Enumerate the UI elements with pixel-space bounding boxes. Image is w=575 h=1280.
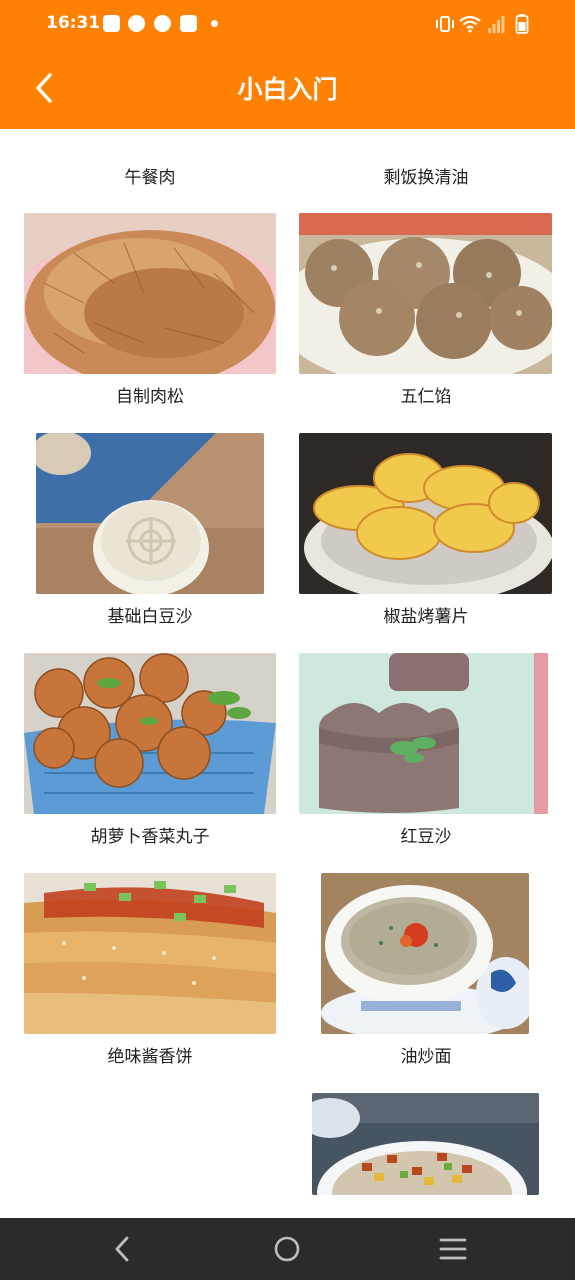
recipe-image (24, 653, 276, 814)
status-time: 16:31 (46, 13, 101, 33)
recipe-name: 油炒面 (400, 1047, 452, 1067)
recipe-card[interactable]: 基础白豆沙 (12, 433, 288, 653)
recipe-name: 椒盐烤薯片 (383, 607, 469, 627)
wifi-icon (459, 15, 481, 33)
recipe-name: 绝味酱香饼 (107, 1047, 193, 1067)
recipe-card[interactable]: 五仁馅 (288, 213, 564, 433)
recipe-image (24, 213, 276, 374)
recipe-card[interactable]: 椒盐烤薯片 (288, 433, 564, 653)
menu-nav-icon (439, 1238, 467, 1260)
nav-back-button[interactable] (97, 1228, 147, 1270)
recipe-image (24, 873, 276, 1034)
recipe-grid: 午餐肉 剩饭换清油 自制肉松 五仁馅 基础白豆沙 椒盐烤薯片 胡萝卜香菜丸子 红… (0, 129, 575, 1218)
nav-home-button[interactable] (262, 1228, 312, 1270)
battery-icon (515, 14, 529, 34)
recipe-image (299, 213, 552, 374)
recipe-card[interactable]: 红豆沙 (288, 653, 564, 873)
recipe-name: 剩饭换清油 (383, 168, 469, 188)
vibrate-icon (436, 16, 454, 32)
back-nav-icon (115, 1236, 129, 1262)
recipe-name: 胡萝卜香菜丸子 (90, 827, 210, 847)
more-notifications-icon (211, 20, 218, 27)
recipe-card[interactable] (288, 1093, 564, 1218)
recipe-image (321, 873, 529, 1034)
recipe-image (299, 653, 548, 814)
signal-icon (488, 16, 505, 33)
status-bar: 16:31 (0, 0, 575, 48)
recipe-card[interactable]: 油炒面 (288, 873, 564, 1093)
recipe-card[interactable]: 午餐肉 (12, 129, 288, 205)
system-nav-bar (0, 1218, 575, 1280)
app-header: 16:31 小白入门 (0, 0, 575, 129)
recipe-name: 自制肉松 (116, 387, 184, 407)
recipe-name: 红豆沙 (400, 827, 452, 847)
mail-icon (103, 15, 120, 32)
recipe-card[interactable]: 绝味酱香饼 (12, 873, 288, 1093)
recipe-image (36, 433, 264, 594)
mail-icon (180, 15, 197, 32)
clock-icon (128, 15, 145, 32)
recipe-name: 五仁馅 (400, 387, 452, 407)
recipe-name: 午餐肉 (124, 168, 176, 188)
recipe-image (312, 1093, 539, 1195)
nav-menu-button[interactable] (428, 1228, 478, 1270)
recipe-card[interactable]: 剩饭换清油 (288, 129, 564, 205)
system-icons (435, 14, 531, 34)
page-title: 小白入门 (237, 75, 338, 104)
recipe-card[interactable]: 自制肉松 (12, 213, 288, 433)
clock-icon (154, 15, 171, 32)
home-nav-icon (274, 1236, 300, 1262)
recipe-name: 基础白豆沙 (107, 607, 193, 627)
recipe-image (299, 433, 552, 594)
recipe-card[interactable]: 胡萝卜香菜丸子 (12, 653, 288, 873)
